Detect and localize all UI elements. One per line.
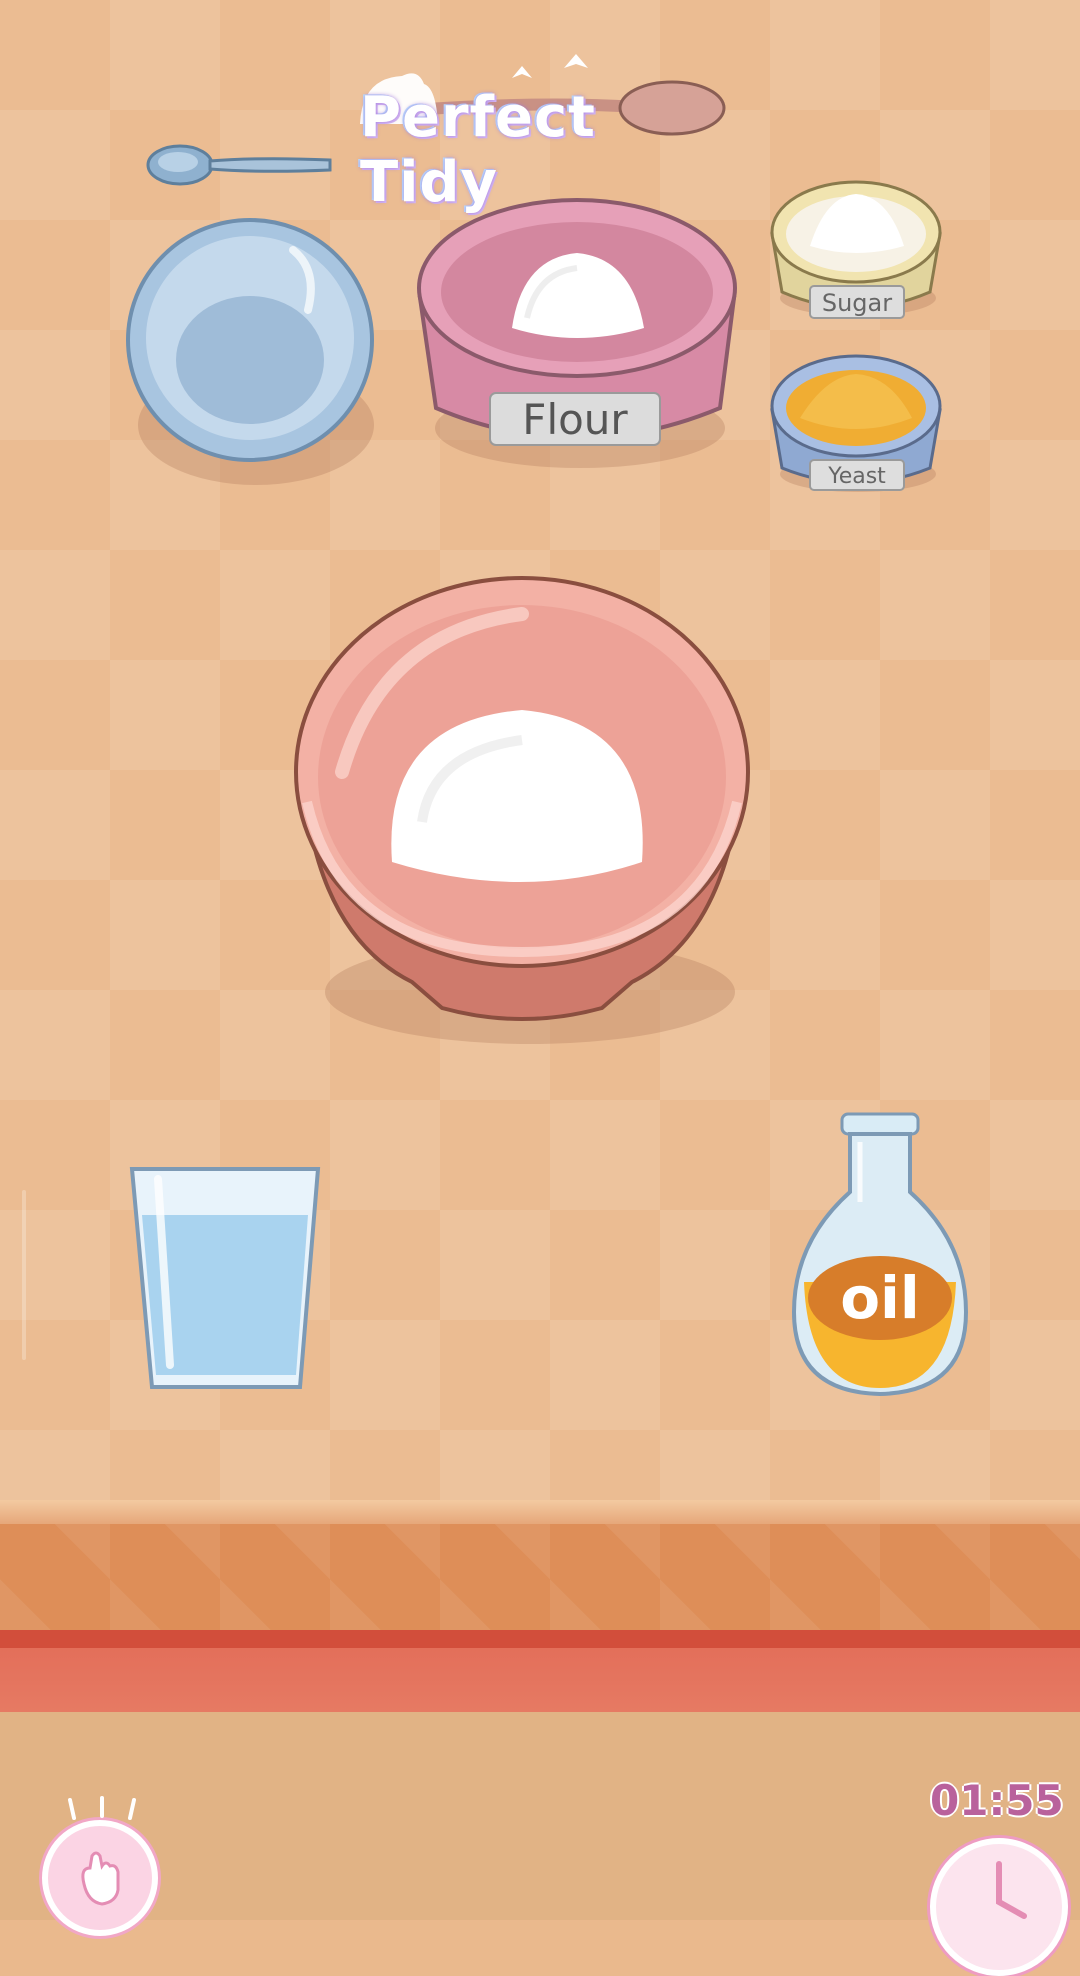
yeast-label: Yeast xyxy=(827,464,886,489)
empty-blue-bowl[interactable] xyxy=(118,210,388,500)
oil-bottle[interactable]: oil xyxy=(790,1112,970,1397)
game-watermark: Perfect Tidy xyxy=(360,85,596,215)
oil-label: oil xyxy=(840,1264,920,1332)
spoon[interactable] xyxy=(140,135,340,195)
hint-button[interactable] xyxy=(42,1820,158,1936)
yeast-bowl[interactable]: Yeast xyxy=(766,348,946,498)
alarm-clock-icon xyxy=(930,1838,1068,1976)
floor xyxy=(0,1712,1080,1920)
table-edge xyxy=(0,1500,1080,1524)
clock-hands xyxy=(996,1861,1027,1919)
mixing-bowl-with-flour[interactable] xyxy=(282,572,762,1052)
counter-stripe xyxy=(0,1630,1080,1712)
timer-display: 01:55 xyxy=(930,1776,1064,1825)
flour-bowl[interactable]: Flour xyxy=(412,188,742,478)
flour-label: Flour xyxy=(522,395,628,444)
sugar-label: Sugar xyxy=(822,289,892,317)
hint-sparkle-icon xyxy=(68,1796,136,1820)
counter-front xyxy=(0,1524,1080,1632)
sugar-bowl[interactable]: Sugar xyxy=(766,174,946,324)
glass-of-water[interactable] xyxy=(128,1165,324,1395)
side-indicator xyxy=(22,1190,26,1360)
hand-pointer-icon xyxy=(81,1851,120,1906)
